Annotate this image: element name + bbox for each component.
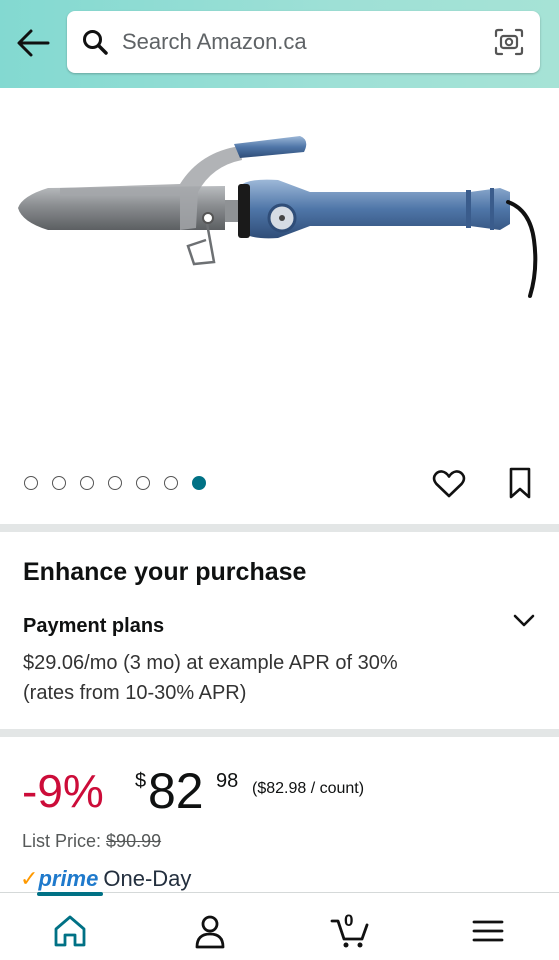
enhance-purchase-heading: Enhance your purchase: [23, 558, 307, 586]
prime-check-icon: ✓: [20, 866, 39, 891]
search-box[interactable]: [67, 11, 540, 73]
unit-price: ($82.98 / count): [252, 780, 365, 797]
cart-icon[interactable]: 0: [330, 911, 370, 949]
prime-badge[interactable]: ✓ prime One-Day: [20, 866, 191, 892]
cart-count: 0: [344, 911, 354, 930]
payment-plans-text: $29.06/mo (3 mo) at example APR of 30% (…: [23, 652, 398, 704]
price-currency: $: [135, 770, 147, 792]
menu-icon[interactable]: [468, 913, 508, 949]
back-arrow-icon[interactable]: [14, 26, 52, 60]
search-icon: [81, 28, 109, 56]
payment-plans-heading: Payment plans: [23, 615, 165, 637]
product-image[interactable]: [0, 100, 559, 330]
pagination-dot-active[interactable]: [192, 476, 206, 490]
home-active-indicator: [37, 892, 103, 896]
pagination-dot[interactable]: [52, 476, 66, 490]
price-whole: 82: [148, 763, 204, 819]
account-icon[interactable]: [190, 913, 230, 949]
price-fraction: 98: [216, 770, 239, 792]
section-divider: [0, 524, 559, 532]
pagination-dot[interactable]: [136, 476, 150, 490]
list-price-label: List Price:: [22, 831, 102, 851]
chevron-down-icon[interactable]: [512, 612, 536, 630]
heart-icon[interactable]: [432, 469, 466, 499]
home-icon[interactable]: [50, 913, 90, 949]
image-pagination: [24, 476, 206, 490]
pagination-dot[interactable]: [24, 476, 38, 490]
top-bar: [0, 0, 559, 88]
bottom-nav: 0: [0, 892, 559, 960]
prime-delivery-label: One-Day: [103, 866, 192, 891]
list-price-value: $90.99: [106, 831, 162, 851]
section-divider: [0, 729, 559, 737]
pagination-dot[interactable]: [80, 476, 94, 490]
prime-logo: prime: [38, 866, 99, 891]
discount-percent: -9%: [22, 765, 104, 817]
camera-search-icon[interactable]: [494, 28, 524, 56]
pagination-dot[interactable]: [108, 476, 122, 490]
search-input[interactable]: [122, 11, 482, 73]
bookmark-icon[interactable]: [506, 466, 534, 500]
pagination-dot[interactable]: [164, 476, 178, 490]
list-price: List Price: $90.99: [22, 831, 161, 852]
